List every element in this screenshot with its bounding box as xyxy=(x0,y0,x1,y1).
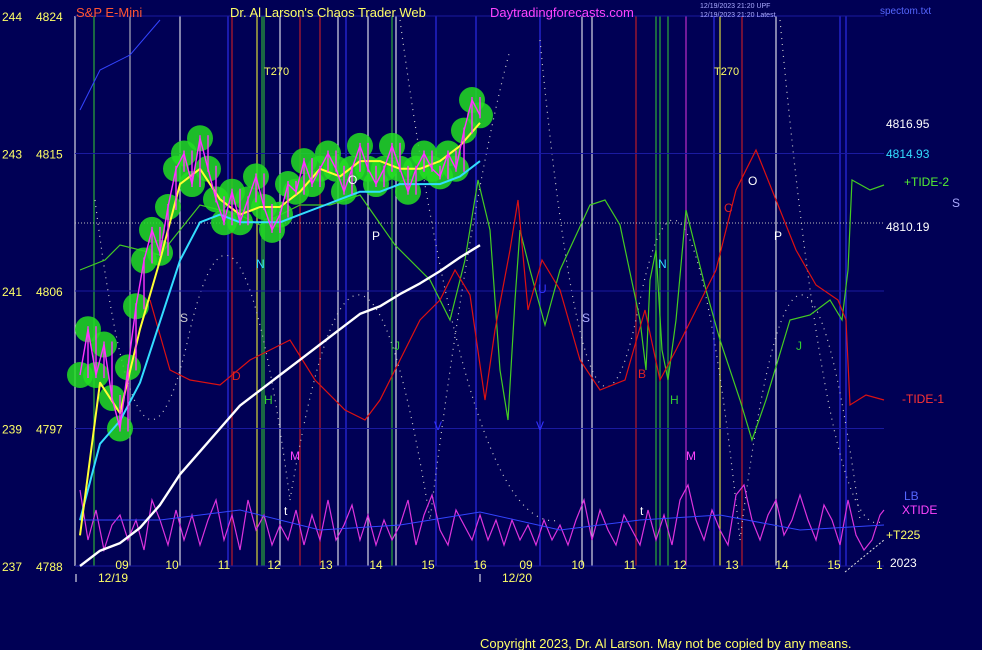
x-date-label: 12/20 xyxy=(502,571,532,585)
y-axis-price-label: 4815 xyxy=(36,148,63,162)
header-left-title: S&P E-Mini xyxy=(76,5,142,20)
header-site[interactable]: Daytradingforecasts.com xyxy=(490,5,634,20)
y-axis-tide-label: 237 xyxy=(2,560,22,574)
planet-label: U xyxy=(538,282,547,296)
right-partial-hour: 1 xyxy=(876,558,883,572)
x-hour-label: 13 xyxy=(319,558,333,572)
right-tide-minus: -TIDE-1 xyxy=(902,392,944,406)
planet-label: B xyxy=(638,367,646,381)
planet-label: H xyxy=(264,393,273,407)
x-hour-label: 12 xyxy=(673,558,687,572)
header-stamp-line2: 12/19/2023 21:20 Latest xyxy=(700,12,776,19)
planet-label: D xyxy=(232,369,241,383)
right-level-last: 4814.93 xyxy=(886,147,930,161)
x-hour-label: 09 xyxy=(115,558,129,572)
planet-label: P xyxy=(372,229,380,243)
x-hour-label: 10 xyxy=(571,558,585,572)
y-axis-tide-label: 239 xyxy=(2,423,22,437)
planet-label: H xyxy=(670,393,679,407)
y-axis-price-label: 4797 xyxy=(36,423,63,437)
right-tide-plus: +TIDE-2 xyxy=(904,175,949,189)
time-marker-label: T270 xyxy=(714,66,739,78)
planet-label: N xyxy=(658,257,667,271)
right-xtide: XTIDE xyxy=(902,503,937,517)
planet-label: M xyxy=(290,449,300,463)
planet-label: M xyxy=(686,449,696,463)
y-axis-tide-label: 244 xyxy=(2,10,22,24)
x-hour-label: 16 xyxy=(473,558,487,572)
x-hour-label: 12 xyxy=(267,558,281,572)
right-year: 2023 xyxy=(890,556,917,570)
planet-label: J xyxy=(394,339,400,353)
x-hour-label: 11 xyxy=(624,558,637,572)
chart-window: 244 4824 243 4815 241 4806 239 4797 237 4788 09 10 1… xyxy=(0,0,982,650)
x-hour-label: 13 xyxy=(725,558,739,572)
planet-label: C xyxy=(724,201,733,215)
planet-label: N xyxy=(256,257,265,271)
right-level-high: 4816.95 xyxy=(886,117,930,131)
y-axis-tide-label: 243 xyxy=(2,148,22,162)
x-hour-label: 15 xyxy=(421,558,435,572)
x-hour-label: 15 xyxy=(827,558,841,572)
footer-copyright: Copyright 2023, Dr. Al Larson. May not b… xyxy=(480,636,851,650)
x-hour-label: 09 xyxy=(519,558,533,572)
header-center-title: Dr. Al Larson's Chaos Trader Web xyxy=(230,5,426,20)
x-hour-label: 14 xyxy=(369,558,383,572)
planet-label: V xyxy=(434,419,442,433)
header-stamp-line1: 12/19/2023 21:20 UPF xyxy=(700,3,770,10)
chart-canvas: 244 4824 243 4815 241 4806 239 4797 237 4788 09 10 1… xyxy=(0,0,982,650)
y-axis-price-label: 4824 xyxy=(36,10,63,24)
time-marker-label: T270 xyxy=(264,66,289,78)
x-hour-label: 11 xyxy=(218,558,231,572)
planet-label: O xyxy=(748,174,757,188)
planet-label: S xyxy=(180,311,188,325)
planet-label: P xyxy=(774,229,782,243)
planet-label: S xyxy=(582,311,590,325)
planet-label: V xyxy=(536,419,544,433)
y-axis-price-label: 4788 xyxy=(36,560,63,574)
header-file: spectom.txt xyxy=(880,6,931,17)
right-t225: +T225 xyxy=(886,528,921,542)
y-axis-tide-label: 241 xyxy=(2,285,22,299)
right-lb: LB xyxy=(904,489,919,503)
planet-label: O xyxy=(348,173,357,187)
x-date-label: 12/19 xyxy=(98,571,128,585)
planet-label: J xyxy=(796,339,802,353)
y-axis-price-label: 4806 xyxy=(36,285,63,299)
right-s-mark: S xyxy=(952,196,960,210)
x-hour-label: 14 xyxy=(775,558,789,572)
x-hour-label: 10 xyxy=(165,558,179,572)
right-level-mid: 4810.19 xyxy=(886,220,930,234)
